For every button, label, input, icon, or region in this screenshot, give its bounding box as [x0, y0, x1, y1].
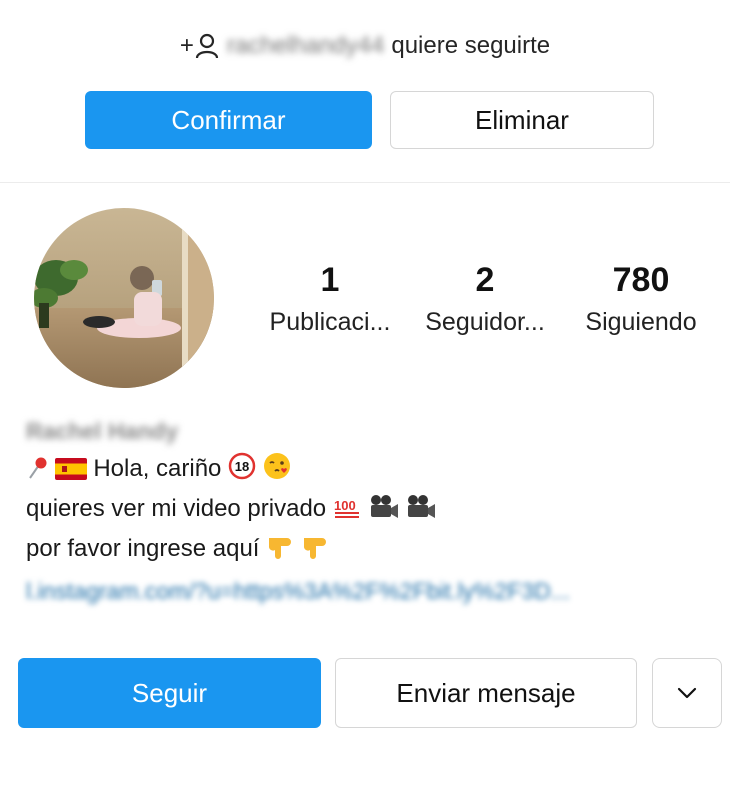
- posts-stat[interactable]: 1 Publicaci...: [255, 258, 405, 342]
- following-count: 780: [612, 261, 670, 299]
- kiss-emoji-icon: [263, 452, 291, 487]
- delete-button[interactable]: Eliminar: [390, 91, 654, 149]
- hundred-points-icon: 100: [333, 496, 363, 527]
- pin-icon: [26, 456, 48, 487]
- bio-enter-text: por favor ingrese aquí: [26, 535, 260, 562]
- following-label: Siguiendo: [585, 308, 697, 336]
- pointing-down-icon: [301, 534, 329, 567]
- chevron-down-icon: [677, 687, 697, 699]
- follow-request-banner: + rachelhandy44 quiere seguirte: [0, 26, 730, 66]
- followers-count: 2: [475, 261, 495, 299]
- movie-camera-icon: [406, 494, 436, 527]
- profile-name: Rachel Handy: [26, 418, 179, 444]
- movie-camera-icon: [369, 494, 399, 527]
- bio-greeting-text: Hola, cariño: [93, 455, 222, 482]
- requester-username[interactable]: rachelhandy44: [227, 32, 384, 60]
- followers-label: Seguidor...: [425, 308, 545, 336]
- send-message-button[interactable]: Enviar mensaje: [335, 658, 637, 728]
- svg-text:100: 100: [334, 498, 356, 513]
- spain-flag-icon: [54, 458, 87, 487]
- posts-count: 1: [320, 261, 340, 299]
- divider: [0, 182, 730, 183]
- confirm-button[interactable]: Confirmar: [85, 91, 372, 149]
- age-18-icon: 18: [228, 452, 256, 487]
- pointing-down-icon: [266, 534, 294, 567]
- suggestions-dropdown-button[interactable]: [652, 658, 722, 728]
- follow-request-text: quiere seguirte: [391, 32, 551, 59]
- bio-video-text: quieres ver mi video privado: [26, 495, 327, 522]
- add-person-icon: +: [180, 33, 219, 59]
- bio-line-1: Hola, cariño 18: [26, 452, 291, 487]
- followers-stat[interactable]: 2 Seguidor...: [410, 258, 560, 342]
- bio-line-2: quieres ver mi video privado 100: [26, 494, 436, 527]
- bio-line-3: por favor ingrese aquí: [26, 534, 329, 567]
- profile-avatar[interactable]: [34, 208, 214, 388]
- following-stat[interactable]: 780 Siguiendo: [566, 258, 716, 342]
- posts-label: Publicaci...: [269, 308, 391, 336]
- svg-text:18: 18: [235, 459, 249, 474]
- bio-link[interactable]: l.instagram.com/?u=https%3A%2F%2Fbit.ly%…: [26, 578, 570, 605]
- follow-button[interactable]: Seguir: [18, 658, 321, 728]
